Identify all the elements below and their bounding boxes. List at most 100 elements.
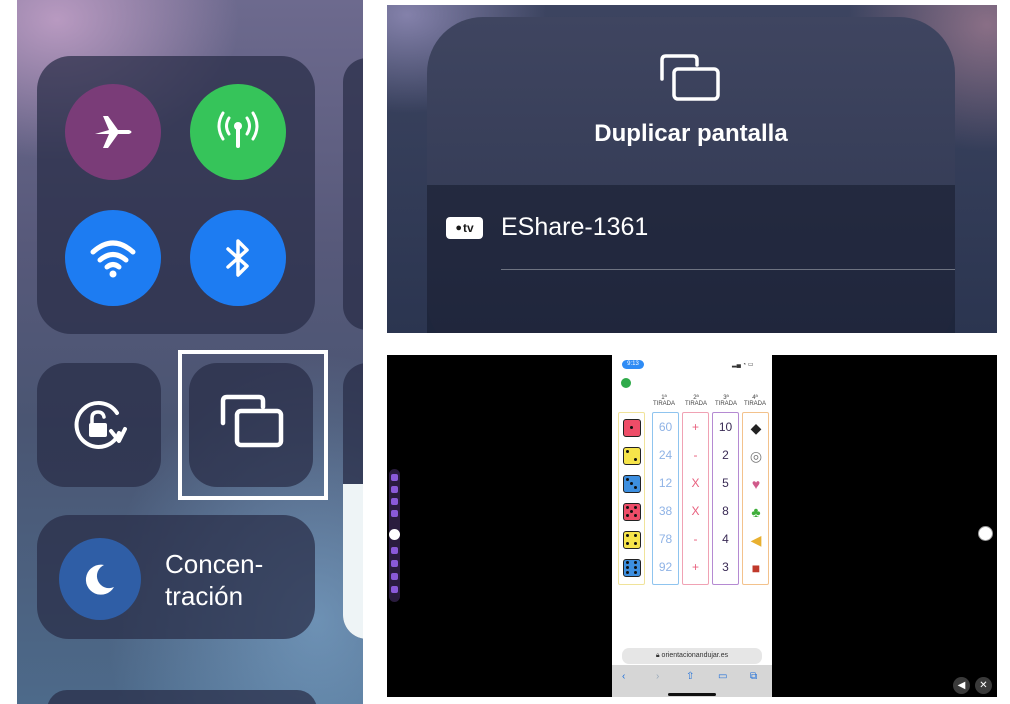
- toolbar-tool-1[interactable]: [391, 474, 398, 481]
- projected-screen-panel: 9:13 ▂▄ ◔ ▭ 1ª TIRADA 2ª TIRADA 3ª TIRADA 4…: [387, 355, 997, 697]
- control-center-panel: Concen- tración: [17, 0, 363, 704]
- toolbar-tool-5[interactable]: [391, 547, 398, 554]
- browser-toolbar: ‹ › ⇧ ▭ ⧉: [612, 665, 772, 697]
- focus-icon-circle: [59, 538, 141, 620]
- toolbar-tool-7[interactable]: [391, 573, 398, 580]
- animal-picture-icon: ◆: [750, 420, 762, 436]
- orientation-lock-button[interactable]: [37, 363, 161, 487]
- die-five-icon: [623, 503, 641, 521]
- close-icon[interactable]: ✕: [975, 677, 992, 694]
- third-throw-cell-5: 4: [722, 532, 729, 546]
- column-header-2: 2ª TIRADA: [682, 395, 710, 407]
- first-throw-cell-5: 78: [658, 532, 673, 546]
- home-indicator: [668, 693, 716, 696]
- moon-icon: [85, 564, 114, 595]
- ice-cream-picture-icon: ♥: [751, 476, 761, 492]
- first-throw-cell-3: 12: [658, 476, 673, 490]
- focus-label-line1: Concen-: [165, 549, 264, 579]
- appletv-badge-text: tv: [462, 221, 474, 235]
- eshare-toolbar: [389, 469, 400, 602]
- first-throw-cell-2: 24: [658, 448, 673, 462]
- site-logo: [621, 378, 631, 388]
- bookmarks-icon[interactable]: ▭: [718, 671, 727, 682]
- bluetooth-button[interactable]: [190, 210, 286, 306]
- dialog-title: Duplicar pantalla: [594, 120, 788, 147]
- face-picture-icon: ■: [751, 560, 761, 576]
- bluetooth-icon: [226, 239, 249, 277]
- toolbar-tool-8[interactable]: [391, 586, 398, 593]
- rotation-lock-icon: [74, 400, 127, 449]
- airplane-icon: [95, 116, 132, 148]
- status-icons: ▂▄ ◔ ▭: [732, 362, 754, 368]
- airplane-mode-button[interactable]: [65, 84, 161, 180]
- third-throw-cell-1: 10: [718, 420, 733, 434]
- column-header-3-text: TIRADA: [714, 401, 737, 407]
- toolbar-handle[interactable]: [389, 529, 400, 540]
- selection-highlight-box: [178, 350, 328, 500]
- leaf-picture-icon: ♣: [751, 504, 761, 520]
- die-six-icon: [623, 559, 641, 577]
- screen-mirroring-panel: Duplicar pantalla ● tv EShare-1361: [387, 5, 997, 333]
- second-throw-cell-6: +: [691, 560, 699, 574]
- second-throw-column: + - X X - +: [682, 412, 709, 585]
- phone-mirror: 9:13 ▂▄ ◔ ▭ 1ª TIRADA 2ª TIRADA 3ª TIRADA 4…: [612, 355, 772, 697]
- appletv-icon: ● tv: [446, 217, 483, 239]
- forward-icon[interactable]: ›: [656, 671, 659, 682]
- third-throw-column: 10 2 5 8 4 3: [712, 412, 739, 585]
- column-header-2-text: TIRADA: [684, 401, 707, 407]
- focus-label-line2: tración: [165, 581, 244, 611]
- die-four-icon: [623, 531, 641, 549]
- cheese-picture-icon: ◀: [750, 532, 762, 548]
- wifi-button[interactable]: [65, 210, 161, 306]
- column-header-3: 3ª TIRADA: [712, 395, 740, 407]
- ball-picture-icon: ◎: [749, 448, 763, 464]
- device-divider: [501, 269, 955, 270]
- third-throw-cell-2: 2: [722, 448, 729, 462]
- toolbar-tool-4[interactable]: [391, 510, 398, 517]
- tabs-icon[interactable]: ⧉: [750, 671, 757, 682]
- address-bar-url: orientacionandujar.es: [661, 652, 729, 659]
- third-throw-cell-4: 8: [722, 504, 729, 518]
- brightness-slider[interactable]: [343, 363, 363, 639]
- second-throw-cell-4: X: [691, 504, 700, 518]
- die-two-icon: [623, 447, 641, 465]
- die-three-icon: [623, 475, 641, 493]
- second-throw-cell-3: X: [691, 476, 700, 490]
- brightness-slider-fill: [343, 484, 363, 639]
- focus-label: Concen- tración: [165, 548, 305, 612]
- device-list: ● tv EShare-1361: [427, 185, 955, 333]
- column-header-4: 4ª TIRADA: [741, 395, 769, 407]
- volume-icon[interactable]: ◀: [953, 677, 970, 694]
- device-name: EShare-1361: [501, 213, 649, 241]
- third-throw-cell-6: 3: [722, 560, 729, 574]
- first-throw-column: 60 24 12 38 78 92: [652, 412, 679, 585]
- first-throw-cell-6: 92: [658, 560, 673, 574]
- column-header-1: 1ª TIRADA: [650, 395, 678, 407]
- apple-logo-icon: ●: [455, 222, 462, 234]
- bottom-tile-edge: [47, 690, 317, 704]
- status-time: 9:13: [622, 360, 644, 369]
- antenna-icon: [217, 111, 259, 148]
- back-icon[interactable]: ‹: [622, 671, 625, 682]
- media-tile-edge: [343, 58, 363, 330]
- cellular-data-button[interactable]: [190, 84, 286, 180]
- share-icon[interactable]: ⇧: [686, 671, 694, 682]
- column-header-4-text: TIRADA: [743, 401, 766, 407]
- toolbar-tool-2[interactable]: [391, 486, 398, 493]
- third-throw-cell-3: 5: [722, 476, 729, 490]
- die-one-icon: [623, 419, 641, 437]
- screen-mirroring-icon: [660, 54, 720, 101]
- floating-handle[interactable]: [978, 526, 993, 541]
- toolbar-tool-6[interactable]: [391, 560, 398, 567]
- first-throw-cell-4: 38: [658, 504, 673, 518]
- address-bar[interactable]: 🔒︎ orientacionandujar.es: [622, 648, 762, 664]
- toolbar-tool-3[interactable]: [391, 498, 398, 505]
- dice-column: [618, 412, 645, 585]
- second-throw-cell-2: -: [693, 448, 698, 462]
- second-throw-cell-5: -: [693, 532, 698, 546]
- first-throw-cell-1: 60: [658, 420, 673, 434]
- fourth-throw-column: ◆ ◎ ♥ ♣ ◀ ■: [742, 412, 769, 585]
- mirroring-dialog: Duplicar pantalla ● tv EShare-1361: [427, 17, 955, 333]
- column-header-1-text: TIRADA: [652, 401, 675, 407]
- second-throw-cell-1: +: [691, 420, 699, 434]
